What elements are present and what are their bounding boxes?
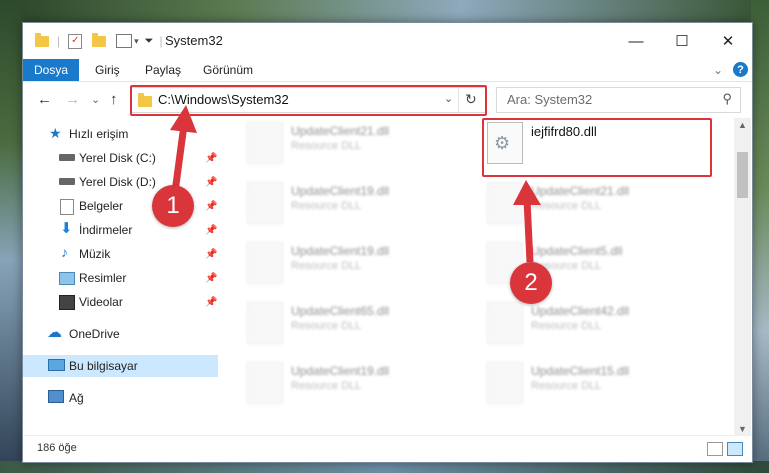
arrow-2 xyxy=(513,180,541,263)
arrow-1 xyxy=(170,105,197,193)
callout-2: 2 xyxy=(510,262,552,304)
annotation-overlay xyxy=(170,105,541,263)
callout-1: 1 xyxy=(152,185,194,227)
